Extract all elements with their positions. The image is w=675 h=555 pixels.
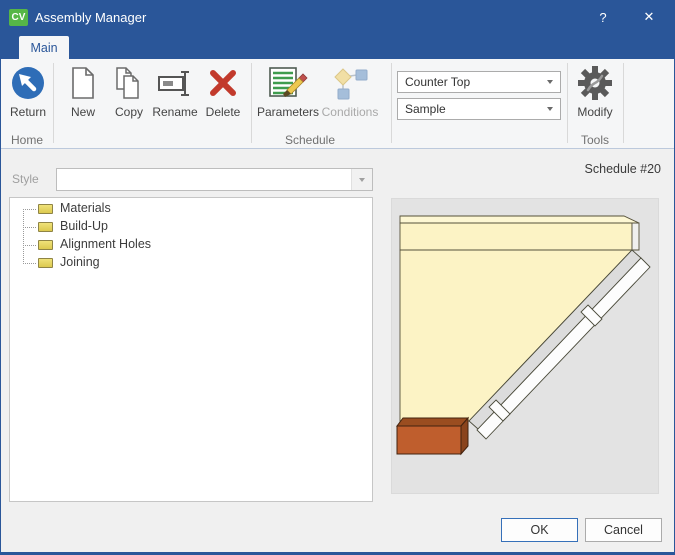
copy-button[interactable]: Copy	[107, 61, 151, 127]
ribbon-separator	[391, 63, 392, 143]
block-front-face	[397, 426, 461, 454]
conditions-icon	[331, 61, 369, 105]
tree-connector-stub	[23, 245, 36, 246]
schedule-name-value: Sample	[405, 102, 446, 116]
delete-label: Delete	[206, 105, 241, 119]
rename-icon	[157, 61, 193, 105]
tree-item-label: Build-Up	[60, 219, 108, 233]
close-button[interactable]: ✕	[638, 1, 660, 33]
title-bar: CV Assembly Manager ? ✕	[1, 1, 674, 33]
schedule-name-combo[interactable]: Sample	[397, 98, 561, 120]
countertop-drawing	[392, 199, 658, 493]
group-label-schedule: Schedule	[53, 132, 567, 148]
cancel-button[interactable]: Cancel	[585, 518, 662, 542]
group-label-home: Home	[1, 132, 53, 148]
style-combo[interactable]	[56, 168, 373, 191]
modify-label: Modify	[577, 105, 612, 119]
return-button[interactable]: Return	[5, 61, 51, 127]
ribbon-tab-row: Main	[1, 33, 674, 59]
new-document-icon	[70, 61, 96, 105]
tree-node-icon	[38, 204, 53, 214]
schedule-type-value: Counter Top	[405, 75, 470, 89]
backsplash-top-face	[400, 216, 639, 223]
delete-button[interactable]: Delete	[199, 61, 247, 127]
tree-item-build-up[interactable]: Build-Up	[10, 218, 372, 236]
return-label: Return	[10, 105, 46, 119]
tree-item-label: Alignment Holes	[60, 237, 151, 251]
copy-label: Copy	[115, 105, 143, 119]
tree-item-label: Materials	[60, 201, 111, 215]
schedule-type-combo[interactable]: Counter Top	[397, 71, 561, 93]
ribbon-separator	[623, 63, 624, 143]
new-button[interactable]: New	[61, 61, 105, 127]
tree-node-icon	[38, 240, 53, 250]
modify-gear-icon	[577, 61, 613, 105]
assembly-preview-panel	[391, 198, 659, 494]
backsplash-front-face	[400, 223, 632, 250]
delete-icon	[208, 61, 238, 105]
group-label-tools: Tools	[567, 132, 623, 148]
style-combo-arrow-button[interactable]	[351, 169, 372, 190]
new-label: New	[71, 105, 95, 119]
return-icon	[10, 61, 46, 105]
parameters-button[interactable]: Parameters	[257, 61, 319, 127]
ribbon-separator	[567, 63, 568, 143]
style-label: Style	[12, 172, 39, 186]
tree-item-materials[interactable]: Materials	[10, 200, 372, 218]
ribbon: Return New Copy	[1, 59, 674, 149]
dropdown-arrow-icon	[359, 178, 365, 182]
tree-connector-stub	[23, 209, 36, 210]
rename-label: Rename	[152, 105, 197, 119]
tree-node-icon	[38, 222, 53, 232]
dropdown-arrow-icon	[547, 107, 553, 111]
tree-connector-stub	[23, 227, 36, 228]
tree-item-label: Joining	[60, 255, 100, 269]
tree-item-alignment-holes[interactable]: Alignment Holes	[10, 236, 372, 254]
app-icon: CV	[9, 9, 28, 26]
ok-button[interactable]: OK	[501, 518, 578, 542]
tree-node-icon	[38, 258, 53, 268]
conditions-label: Conditions	[322, 105, 379, 119]
tab-main[interactable]: Main	[19, 36, 69, 59]
parameters-icon	[268, 61, 308, 105]
modify-button[interactable]: Modify	[571, 61, 619, 127]
copy-icon	[114, 61, 144, 105]
ribbon-separator	[251, 63, 252, 143]
assembly-manager-window: CV Assembly Manager ? ✕ Main Return	[0, 0, 675, 555]
conditions-button: Conditions	[319, 61, 381, 127]
schedule-number-label: Schedule #20	[585, 162, 661, 176]
assembly-tree-panel: Materials Build-Up Alignment Holes Joini…	[9, 197, 373, 502]
help-button[interactable]: ?	[592, 1, 614, 33]
parameters-label: Parameters	[257, 105, 319, 119]
backsplash-side-face	[632, 223, 639, 250]
dropdown-arrow-icon	[547, 80, 553, 84]
ribbon-separator	[53, 63, 54, 143]
block-top-face	[397, 418, 468, 426]
rename-button[interactable]: Rename	[151, 61, 199, 127]
tree-item-joining[interactable]: Joining	[10, 254, 372, 272]
window-title: Assembly Manager	[35, 1, 146, 33]
tree-connector-stub	[23, 263, 36, 264]
